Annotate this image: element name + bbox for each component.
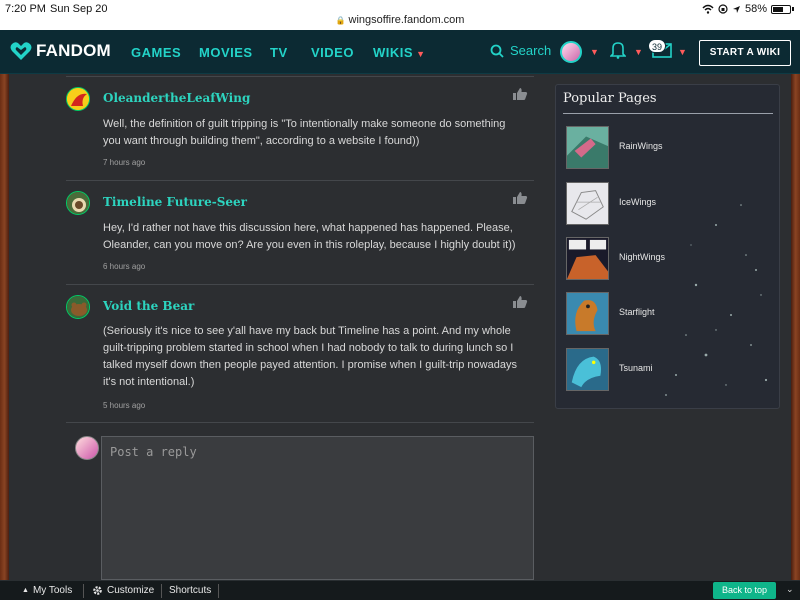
comment-item: Timeline Future-Seer Hey, I'd rather not… (66, 191, 534, 275)
shortcuts-label: Shortcuts (169, 585, 212, 596)
shortcuts-button[interactable]: Shortcuts (169, 585, 211, 596)
comment-author[interactable]: OleandertheLeafWing (103, 91, 250, 105)
chevron-down-icon[interactable]: ▼ (590, 47, 599, 57)
popular-pages-title: Popular Pages (563, 91, 657, 106)
user-avatar[interactable] (560, 41, 582, 63)
my-tools-label: My Tools (32, 585, 73, 596)
address-url: wingsoffire.fandom.com (348, 14, 465, 26)
nav-games[interactable]: GAMES (131, 45, 181, 60)
popular-page-label: IceWings (619, 197, 657, 207)
comment-divider (66, 284, 534, 285)
thumbnail (566, 182, 609, 225)
bottom-toolbar: ▲ My Tools Customize Shortcuts (0, 580, 800, 600)
notification-badge: 39 (648, 39, 667, 53)
comment-body: Hey, I'd rather not have this discussion… (103, 222, 516, 251)
back-to-top-button[interactable]: Back to top (713, 582, 776, 599)
start-wiki-button[interactable]: START A WIKI (699, 40, 791, 66)
chevron-down-icon[interactable]: ▼ (634, 47, 643, 57)
comment-timestamp: 6 hours ago (103, 262, 146, 271)
popular-pages-divider (563, 113, 773, 114)
avatar[interactable] (66, 191, 90, 215)
fandom-heart-icon (10, 42, 32, 60)
battery-icon (771, 4, 791, 14)
thumbnail (566, 292, 609, 335)
address-bar[interactable]: 🔒 wingsoffire.fandom.com (0, 14, 800, 26)
battery-percent: 58% (744, 3, 767, 15)
chevron-down-icon[interactable]: ▼ (678, 47, 687, 57)
avatar[interactable] (66, 87, 90, 111)
comment-divider (66, 76, 534, 77)
popular-page-item[interactable]: Starflight (566, 292, 766, 336)
ios-status-bar: 7:20 PM Sun Sep 20 🔒 wingsoffire.fandom.c… (0, 0, 800, 30)
comment-author[interactable]: Void the Bear (103, 299, 194, 313)
comment-author[interactable]: Timeline Future-Seer (103, 195, 247, 209)
popular-page-label: Tsunami (619, 363, 653, 373)
wifi-icon (702, 4, 714, 14)
popular-page-item[interactable]: Tsunami (566, 348, 766, 392)
like-icon[interactable] (512, 191, 528, 205)
popular-page-label: NightWings (619, 252, 666, 262)
chevron-down-icon: ▼ (416, 49, 426, 59)
nav-wikis-label: WIKIS (373, 45, 414, 60)
popular-page-item[interactable]: RainWings (566, 126, 766, 170)
gear-icon (93, 586, 102, 595)
popular-pages-panel: Popular Pages RainWings IceWings NightWi… (555, 84, 780, 409)
popular-page-item[interactable]: IceWings (566, 182, 766, 226)
reply-box[interactable] (101, 436, 534, 580)
thumbnail (566, 348, 609, 391)
thumbnail (566, 237, 609, 280)
reply-input[interactable] (102, 437, 533, 579)
search-button[interactable]: Search (490, 43, 551, 58)
customize-label: Customize (107, 585, 155, 596)
comment-body: Well, the definition of guilt tripping i… (103, 118, 506, 147)
search-icon (490, 44, 504, 58)
comment-item: OleandertheLeafWing Well, the definition… (66, 87, 534, 171)
comment-body: (Seriously it's nice to see y'all have m… (103, 325, 517, 388)
popular-page-item[interactable]: NightWings (566, 237, 766, 281)
nav-wikis[interactable]: WIKIS ▼ (373, 45, 425, 60)
chevron-down-icon[interactable]: ⌄ (786, 584, 794, 595)
like-icon[interactable] (512, 295, 528, 309)
avatar[interactable] (66, 295, 90, 319)
comment-item: Void the Bear (Seriously it's nice to se… (66, 295, 534, 415)
my-tools-button[interactable]: ▲ My Tools (22, 585, 72, 596)
page-border-left (0, 74, 9, 580)
comment-timestamp: 5 hours ago (103, 401, 146, 410)
popular-page-label: RainWings (619, 141, 663, 151)
comment-divider (66, 422, 534, 423)
fandom-nav: FANDOM GAMES MOVIES TV VIDEO WIKIS ▼ Sear… (0, 30, 800, 74)
lock-rotation-icon (718, 4, 728, 14)
customize-button[interactable]: Customize (92, 585, 154, 596)
location-icon (732, 5, 740, 13)
nav-tv[interactable]: TV (270, 45, 288, 60)
nav-video[interactable]: VIDEO (311, 45, 354, 60)
popular-page-label: Starflight (619, 307, 655, 317)
lock-icon: 🔒 (335, 16, 346, 25)
comment-divider (66, 180, 534, 181)
fandom-logo-text: FANDOM (36, 41, 111, 60)
nav-movies[interactable]: MOVIES (199, 45, 253, 60)
comment-timestamp: 7 hours ago (103, 158, 146, 167)
status-indicators: 58% (702, 3, 794, 15)
like-icon[interactable] (512, 87, 528, 101)
thumbnail (566, 126, 609, 169)
page-border-right (791, 74, 800, 580)
fandom-logo[interactable]: FANDOM (10, 41, 111, 61)
chevron-up-icon: ▲ (22, 587, 29, 594)
avatar (75, 436, 99, 460)
search-label: Search (510, 43, 552, 58)
bell-icon[interactable] (610, 41, 626, 59)
